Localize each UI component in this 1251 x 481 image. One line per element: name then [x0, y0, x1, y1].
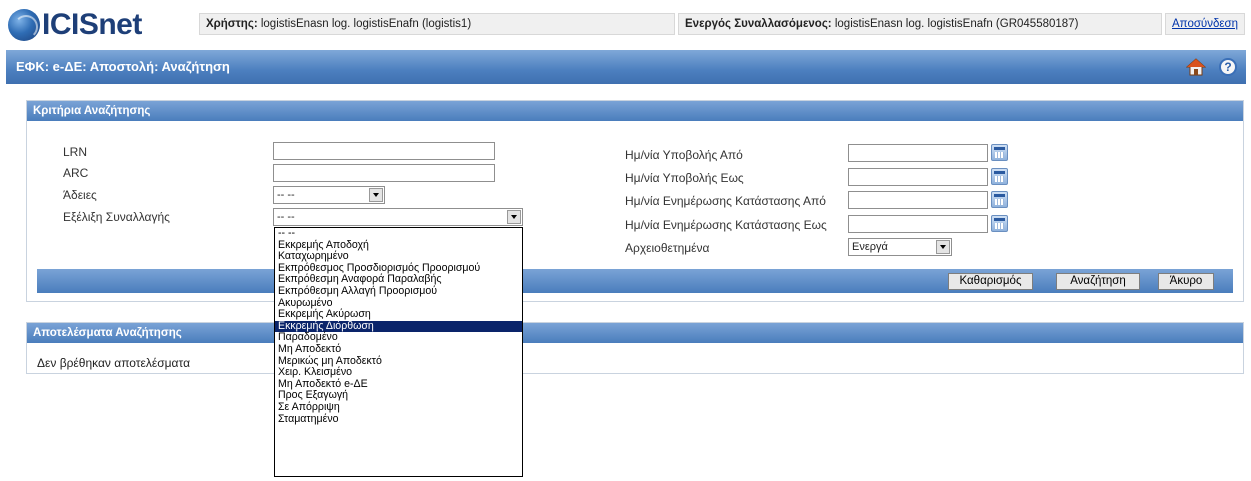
icisnet-logo: ICISnet	[8, 8, 142, 42]
progress-select[interactable]: -- --	[273, 208, 523, 226]
permits-select[interactable]: -- --	[273, 186, 385, 204]
search-button[interactable]: Αναζήτηση	[1056, 273, 1140, 290]
dropdown-option[interactable]: Σταματημένο	[275, 413, 522, 426]
submit-to-input[interactable]	[848, 168, 988, 186]
submit-from-input[interactable]	[848, 144, 988, 162]
dropdown-option[interactable]: Μη Αποδεκτό	[275, 343, 522, 356]
update-to-input[interactable]	[848, 215, 988, 233]
calendar-icon[interactable]	[991, 168, 1008, 185]
dropdown-option[interactable]: Εκπρόθεσμη Αλλαγή Προορισμού	[275, 285, 522, 298]
button-bar: Καθαρισμός Αναζήτηση Άκυρο	[37, 269, 1233, 293]
arc-input[interactable]	[273, 164, 495, 182]
update-to-label: Ημ/νία Ενημέρωσης Κατάστασης Εως	[625, 218, 827, 232]
update-from-input[interactable]	[848, 191, 988, 209]
update-from-label: Ημ/νία Ενημέρωσης Κατάστασης Από	[625, 194, 826, 208]
user-label: Χρήστης:	[206, 18, 258, 30]
page-title-bar: ΕΦΚ: e-ΔΕ: Αποστολή: Αναζήτηση ?	[6, 50, 1246, 84]
permits-label: Άδειες	[63, 188, 97, 202]
archived-selected: Ενεργά	[852, 241, 888, 253]
help-icon[interactable]: ?	[1219, 58, 1237, 76]
user-value: logistisEnasn log. logistisEnafn (logist…	[260, 18, 472, 30]
logout-box: Αποσύνδεση	[1165, 13, 1245, 35]
progress-selected: -- --	[277, 211, 295, 223]
clear-button[interactable]: Καθαρισμός	[948, 273, 1033, 290]
results-heading: Αποτελέσματα Αναζήτησης	[27, 323, 1243, 343]
trader-value: logistisEnasn log. logistisEnafn (GR0455…	[834, 18, 1079, 30]
search-criteria-panel: Κριτήρια Αναζήτησης LRN ARC Άδειες -- --…	[26, 100, 1244, 302]
dropdown-option[interactable]: Εκκρεμής Ακύρωση	[275, 309, 522, 321]
dropdown-option[interactable]: -- --	[275, 227, 522, 240]
progress-dropdown-list[interactable]: -- -- Εκκρεμής Αποδοχή Καταχωρημένο Εκπρόθε…	[274, 227, 523, 477]
trader-info: Ενεργός Συναλλασόμενος: logistisEnasn lo…	[678, 13, 1162, 35]
dropdown-option[interactable]: Χειρ. Κλεισμένο	[275, 367, 522, 379]
calendar-icon[interactable]	[991, 191, 1008, 208]
lrn-label: LRN	[63, 145, 88, 159]
logo-text: ICISnet	[42, 8, 142, 41]
globe-icon	[8, 9, 40, 41]
trader-label: Ενεργός Συναλλασόμενος:	[685, 18, 832, 30]
user-info: Χρήστης: logistisEnasn log. logistisEnaf…	[199, 13, 675, 35]
cancel-button[interactable]: Άκυρο	[1158, 273, 1214, 290]
dropdown-option[interactable]: Σε Απόρριψη	[275, 401, 522, 414]
archived-select[interactable]: Ενεργά	[848, 238, 952, 256]
top-header: ICISnet Χρήστης: logistisEnasn log. logi…	[0, 0, 1251, 48]
chevron-down-icon[interactable]	[369, 188, 383, 202]
no-results-message: Δεν βρέθηκαν αποτελέσματα	[37, 356, 191, 370]
calendar-icon[interactable]	[991, 215, 1008, 232]
criteria-heading: Κριτήρια Αναζήτησης	[27, 101, 1243, 121]
permits-selected: -- --	[277, 189, 295, 201]
arc-label: ARC	[63, 166, 89, 180]
calendar-icon[interactable]	[991, 144, 1008, 161]
logout-link[interactable]: Αποσύνδεση	[1172, 18, 1238, 30]
lrn-input[interactable]	[273, 142, 495, 160]
page-title: ΕΦΚ: e-ΔΕ: Αποστολή: Αναζήτηση	[16, 59, 230, 74]
chevron-down-icon[interactable]	[936, 240, 950, 254]
home-icon[interactable]	[1186, 57, 1206, 77]
submit-to-label: Ημ/νία Υποβολής Εως	[625, 171, 744, 185]
progress-label: Εξέλιξη Συναλλαγής	[63, 210, 170, 224]
submit-from-label: Ημ/νία Υποβολής Από	[625, 148, 743, 162]
archived-label: Αρχειοθετημένα	[625, 241, 710, 255]
search-results-panel: Αποτελέσματα Αναζήτησης Δεν βρέθηκαν απο…	[26, 322, 1244, 374]
chevron-down-icon[interactable]	[507, 210, 521, 224]
